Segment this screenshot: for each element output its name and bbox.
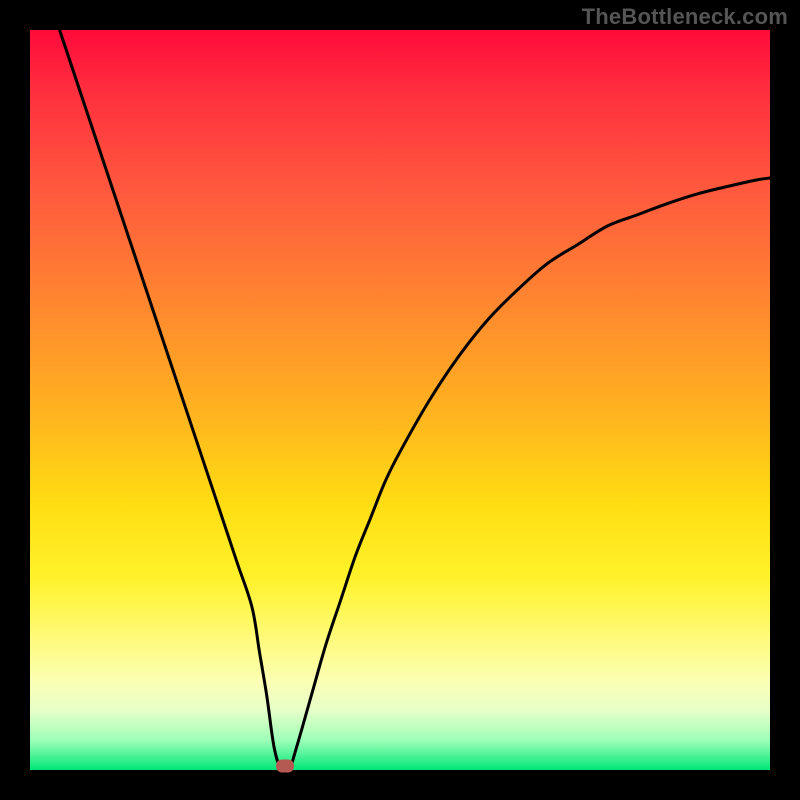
bottleneck-curve [60,30,770,770]
optimal-point-marker [276,760,294,773]
plot-area [30,30,770,770]
curve-svg [30,30,770,770]
watermark-label: TheBottleneck.com [582,4,788,30]
